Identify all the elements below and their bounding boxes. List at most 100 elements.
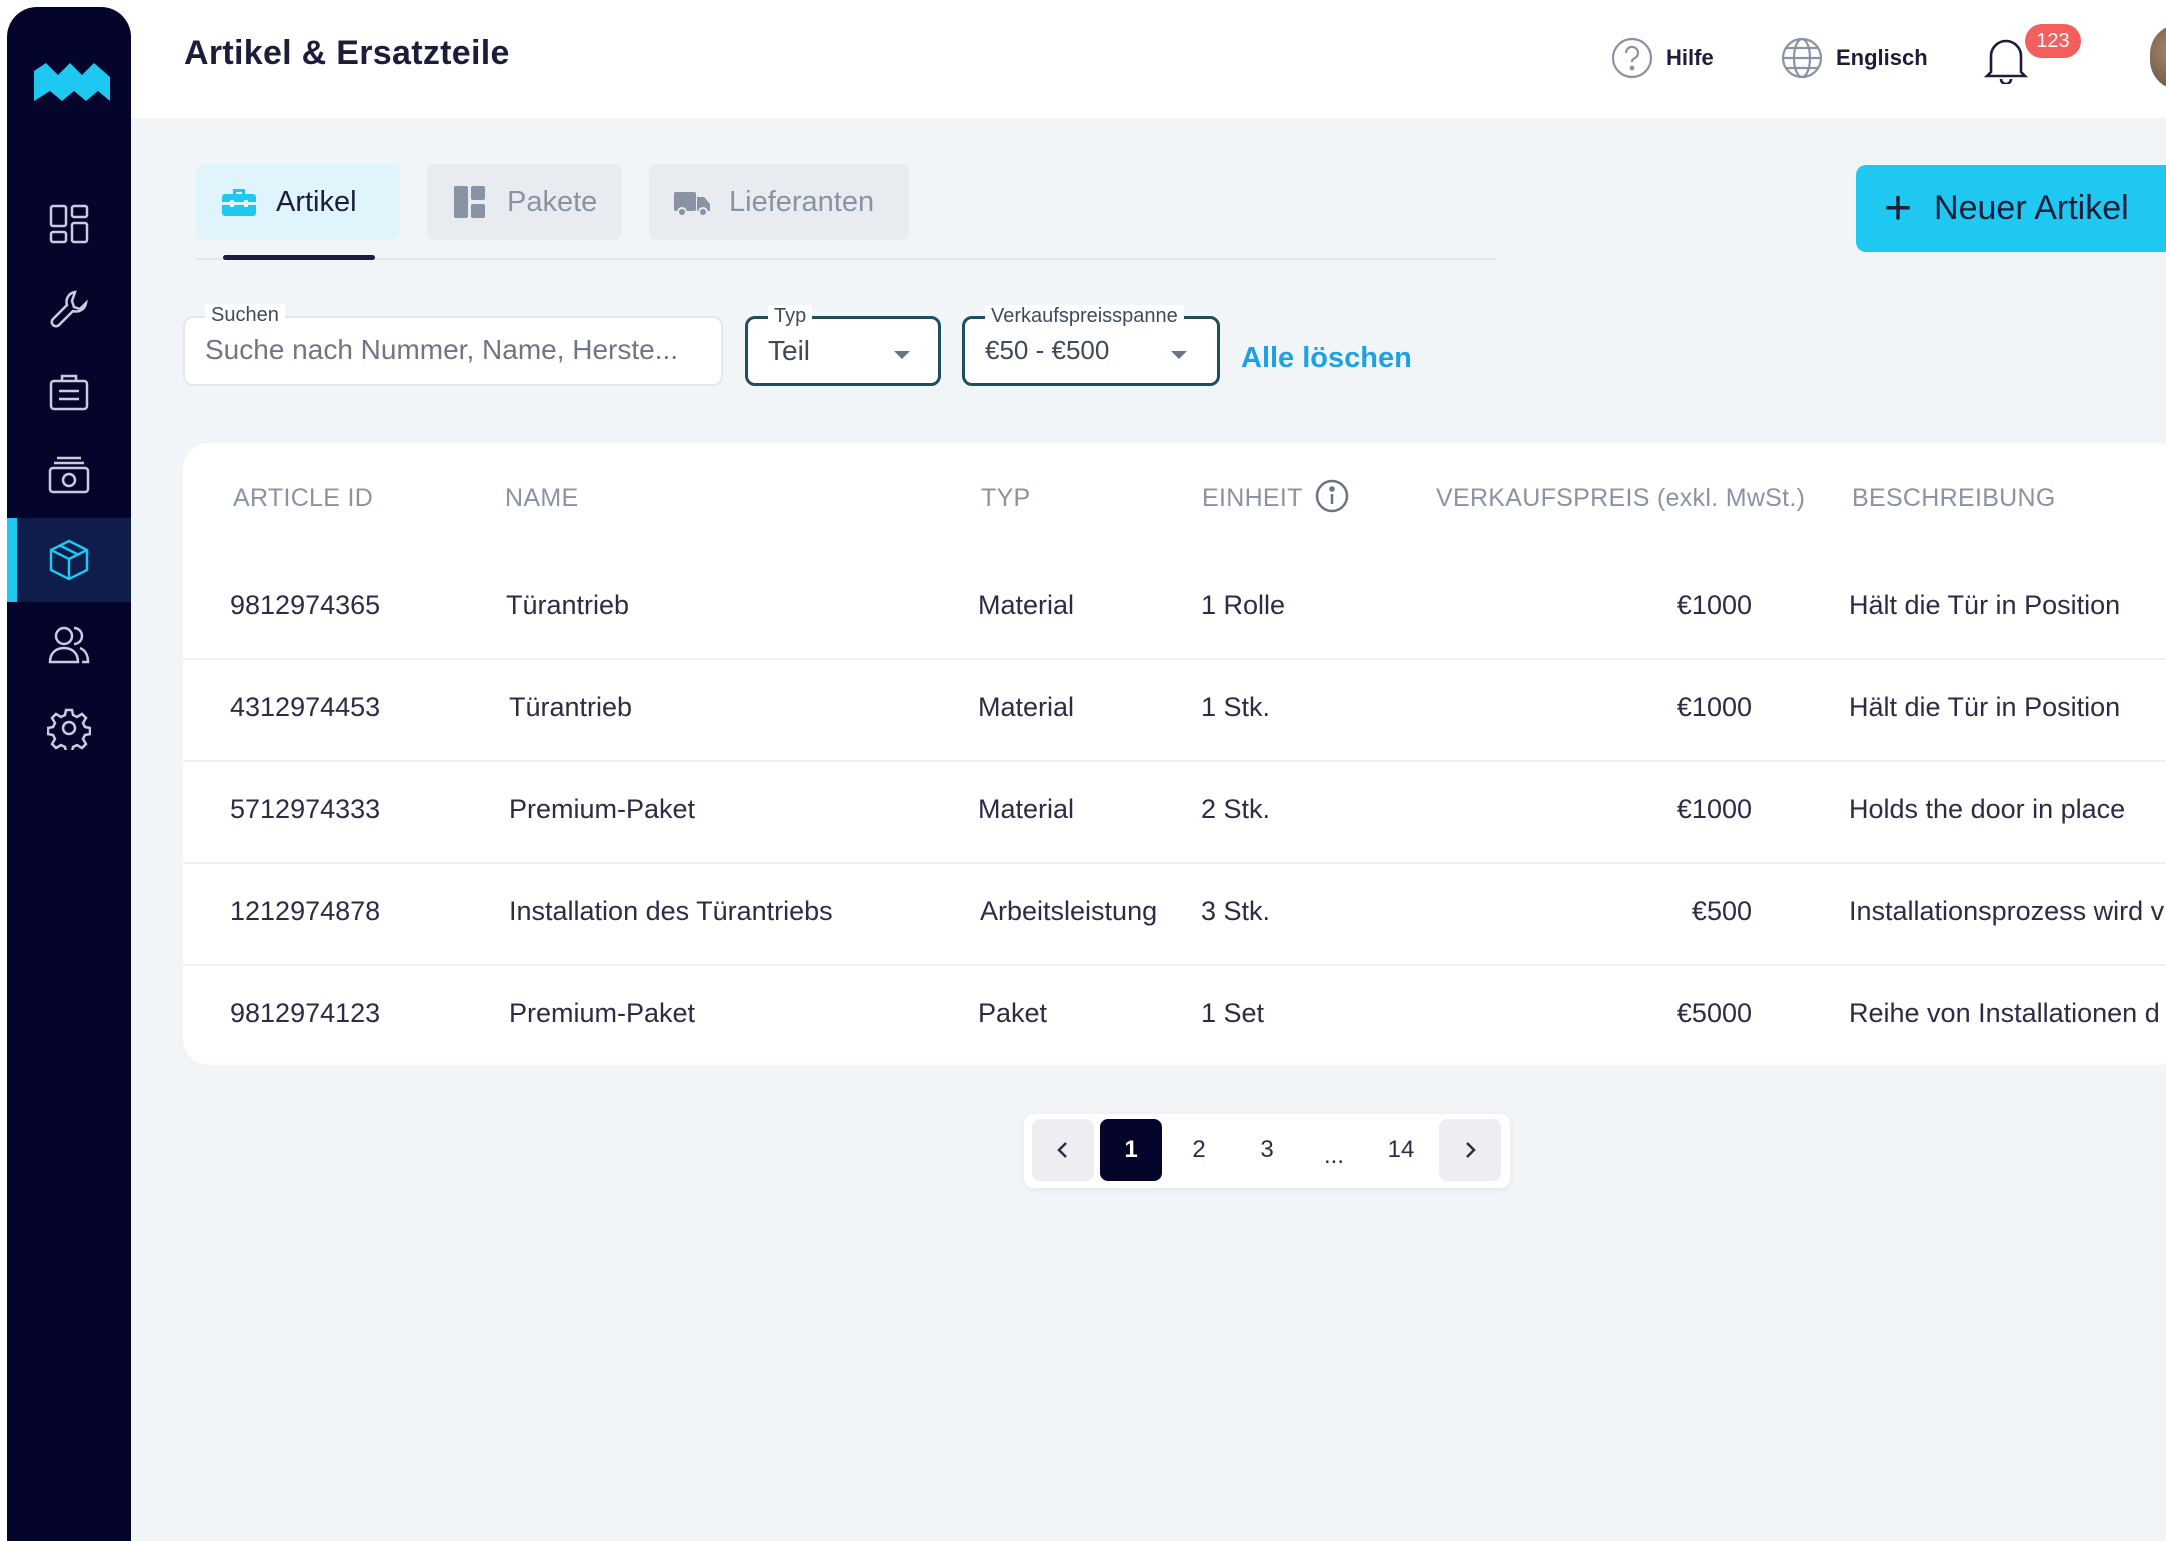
cell-name: Premium-Paket <box>509 794 696 824</box>
language-button[interactable]: Englisch <box>1780 36 1928 80</box>
sidebar-item-settings[interactable] <box>7 686 131 770</box>
help-icon <box>1611 37 1653 79</box>
language-label: Englisch <box>1836 45 1928 70</box>
briefcase-icon <box>49 374 89 411</box>
tab-pakete[interactable]: Pakete <box>427 164 622 240</box>
bell-icon[interactable] <box>1983 34 2029 84</box>
search-placeholder: Suche nach Nummer, Name, Herste... <box>205 334 679 365</box>
typ-select[interactable]: Typ Teil <box>745 305 941 386</box>
page-button-2[interactable]: 2 <box>1168 1119 1230 1181</box>
table-row[interactable]: 4312974453 Türantrieb Material 1 Stk. €1… <box>183 658 2166 760</box>
tab-divider <box>196 258 1496 260</box>
notification-badge: 123 <box>2025 24 2081 58</box>
chevron-right-icon <box>1466 1142 1476 1158</box>
sidebar-item-service[interactable] <box>7 266 131 350</box>
cell-name: Türantrieb <box>509 692 633 722</box>
column-header-beschreibung[interactable]: BESCHREIBUNG <box>1852 484 2056 513</box>
tab-pakete-label: Pakete <box>507 185 598 218</box>
column-header-typ[interactable]: TYP <box>981 484 1031 513</box>
cell-name: Installation des Türantriebs <box>509 896 833 926</box>
search-input[interactable]: Suchen Suche nach Nummer, Name, Herste..… <box>183 304 723 386</box>
cell-name: Premium-Paket <box>509 998 696 1028</box>
cell-typ: Arbeitsleistung <box>980 896 1158 926</box>
cell-preis: €1000 <box>1676 692 1752 722</box>
cell-beschreibung: Installationsprozess wird v <box>1849 896 2165 926</box>
cell-einheit: 1 Set <box>1201 998 1265 1028</box>
table-row[interactable]: 9812974123 Premium-Paket Paket 1 Set €50… <box>183 964 2166 1066</box>
cell-preis: €5000 <box>1676 998 1752 1028</box>
chevron-left-icon <box>1057 1142 1067 1158</box>
sidebar-item-finance[interactable] <box>7 434 131 518</box>
tab-artikel-label: Artikel <box>276 185 357 218</box>
tab-lieferanten-label: Lieferanten <box>729 185 875 218</box>
new-article-label: Neuer Artikel <box>1934 189 2129 227</box>
active-tab-indicator <box>223 255 375 260</box>
table-row[interactable]: 5712974333 Premium-Paket Material 2 Stk.… <box>183 760 2166 862</box>
truck-icon <box>674 192 710 217</box>
chevron-down-icon <box>1171 351 1187 359</box>
table-row[interactable]: 1212974878 Installation des Türantriebs … <box>183 862 2166 964</box>
tab-artikel[interactable]: Artikel <box>196 164 400 240</box>
sidebar-item-articles[interactable] <box>7 518 131 602</box>
layout-icon <box>454 186 485 218</box>
cell-preis: €1000 <box>1676 794 1752 824</box>
cell-einheit: 2 Stk. <box>1201 794 1271 824</box>
sidebar-item-jobs[interactable] <box>7 350 131 434</box>
sidebar-item-dashboard[interactable] <box>7 182 131 266</box>
chevron-down-icon <box>894 351 910 359</box>
help-button[interactable]: Hilfe <box>1610 36 1714 80</box>
cell-einheit: 1 Stk. <box>1201 692 1271 722</box>
users-icon <box>48 626 90 664</box>
globe-icon <box>1781 37 1823 79</box>
logo-icon[interactable] <box>30 57 114 107</box>
cell-beschreibung: Hält die Tür in Position <box>1849 692 2121 722</box>
price-range-value: €50 - €500 <box>985 335 1110 365</box>
tab-lieferanten[interactable]: Lieferanten <box>649 164 909 240</box>
cell-einheit: 3 Stk. <box>1201 896 1271 926</box>
page-ellipsis: ... <box>1323 1142 1344 1169</box>
gear-icon <box>47 708 91 750</box>
cell-typ: Paket <box>978 998 1048 1028</box>
help-label: Hilfe <box>1666 45 1714 70</box>
typ-value: Teil <box>768 335 811 366</box>
cell-id: 9812974365 <box>230 590 381 620</box>
money-icon <box>48 456 90 494</box>
cell-typ: Material <box>978 692 1075 722</box>
info-icon[interactable] <box>1314 478 1350 514</box>
cell-preis: €1000 <box>1676 590 1752 620</box>
cell-beschreibung: Reihe von Installationen d <box>1849 998 2160 1028</box>
cell-id: 5712974333 <box>230 794 381 824</box>
cell-id: 4312974453 <box>230 692 381 722</box>
cell-typ: Material <box>978 590 1075 620</box>
page-button-1[interactable]: 1 <box>1100 1119 1162 1181</box>
cell-id: 9812974123 <box>230 998 381 1028</box>
sidebar-item-customers[interactable] <box>7 602 131 686</box>
dashboard-icon <box>49 204 89 244</box>
page-button-14[interactable]: 14 <box>1370 1119 1432 1181</box>
next-page-button[interactable] <box>1439 1119 1501 1181</box>
new-article-button[interactable]: + Neuer Artikel <box>1856 165 2166 252</box>
wrench-icon <box>50 290 88 328</box>
clear-filters-link[interactable]: Alle löschen <box>1241 342 1412 375</box>
cell-preis: €500 <box>1691 896 1752 926</box>
cell-name: Türantrieb <box>506 590 630 620</box>
box-icon <box>49 539 89 581</box>
cell-typ: Material <box>978 794 1075 824</box>
cell-beschreibung: Hält die Tür in Position <box>1849 590 2121 620</box>
page-title: Artikel & Ersatzteile <box>184 34 510 72</box>
typ-label: Typ <box>768 305 813 328</box>
toolbox-icon <box>222 189 256 216</box>
column-header-id[interactable]: ARTICLE ID <box>233 484 373 513</box>
column-header-einheit-label: EINHEIT <box>1202 484 1303 512</box>
table-row[interactable]: 9812974365 Türantrieb Material 1 Rolle €… <box>183 556 2166 658</box>
column-header-name[interactable]: NAME <box>505 484 578 513</box>
page-button-3[interactable]: 3 <box>1236 1119 1298 1181</box>
prev-page-button[interactable] <box>1032 1119 1094 1181</box>
column-header-preis[interactable]: VERKAUFSPREIS (exkl. MwSt.) <box>1436 484 1805 513</box>
cell-einheit: 1 Rolle <box>1201 590 1286 620</box>
search-label: Suchen <box>205 304 285 327</box>
cell-id: 1212974878 <box>230 896 381 926</box>
sidebar <box>7 7 131 1541</box>
price-range-select[interactable]: Verkaufspreisspanne €50 - €500 <box>962 305 1220 386</box>
column-header-einheit[interactable]: EINHEIT <box>1202 480 1350 514</box>
